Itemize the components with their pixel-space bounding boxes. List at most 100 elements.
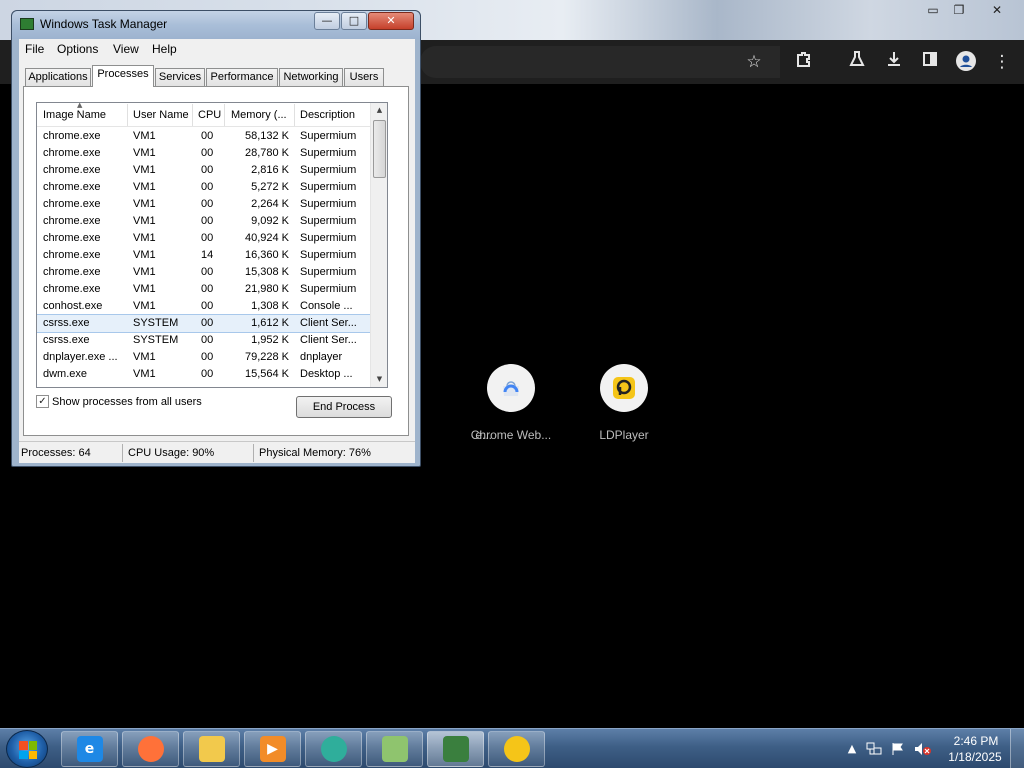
volume-muted-icon[interactable] — [914, 742, 931, 756]
cell-image-name: chrome.exe — [43, 181, 101, 193]
maximize-button[interactable]: □ — [341, 12, 367, 30]
menu-icon[interactable]: ⋮ — [990, 50, 1014, 74]
table-row[interactable]: dwm.exe VM1 00 15,564 K Desktop ... — [37, 366, 371, 383]
taskbar-button-internet-explorer[interactable]: e — [61, 731, 118, 767]
profile-icon[interactable] — [954, 50, 978, 74]
cell-cpu: 00 — [201, 198, 214, 210]
cell-cpu: 00 — [201, 215, 214, 227]
tab-applications[interactable]: Applications — [25, 68, 91, 86]
cell-image-name: chrome.exe — [43, 232, 101, 244]
table-row[interactable]: chrome.exe VM1 14 16,360 K Supermium — [37, 247, 371, 264]
menu-file[interactable]: File — [25, 42, 44, 56]
extensions-icon[interactable] — [792, 50, 816, 74]
shortcut-ldplayer[interactable]: LDPlayer — [569, 364, 679, 442]
show-desktop-button[interactable] — [1010, 729, 1024, 768]
checkbox-checked-icon[interactable]: ✓ — [36, 395, 49, 408]
column-description[interactable]: Description — [300, 109, 355, 121]
table-row[interactable]: chrome.exe VM1 00 40,924 K Supermium — [37, 230, 371, 247]
show-all-users-checkbox[interactable]: ✓ Show processes from all users — [36, 395, 202, 408]
column-divider[interactable] — [224, 104, 225, 126]
column-user-name[interactable]: User Name — [133, 109, 189, 121]
vertical-scrollbar[interactable]: ▲ ▼ — [370, 103, 387, 387]
cell-user-name: VM1 — [133, 351, 156, 363]
table-row[interactable]: chrome.exe VM1 00 58,132 K Supermium — [37, 128, 371, 145]
column-divider[interactable] — [294, 104, 295, 126]
column-divider[interactable] — [127, 104, 128, 126]
table-row[interactable]: chrome.exe VM1 00 21,980 K Supermium — [37, 281, 371, 298]
menu-options[interactable]: Options — [57, 42, 98, 56]
shortcut-label: LDPlayer — [599, 428, 649, 442]
ie-icon: e — [76, 736, 103, 762]
table-row[interactable]: csrss.exe SYSTEM 00 1,612 K Client Ser... — [37, 314, 372, 333]
restore-icon[interactable]: ❐ — [946, 0, 972, 19]
table-row[interactable]: conhost.exe VM1 00 1,308 K Console ... — [37, 298, 371, 315]
address-bar[interactable] — [420, 46, 780, 78]
table-row[interactable]: csrss.exe SYSTEM 00 1,952 K Client Ser... — [37, 332, 371, 349]
menu-view[interactable]: View — [113, 42, 139, 56]
cell-user-name: SYSTEM — [133, 317, 179, 329]
scroll-down-icon[interactable]: ▼ — [372, 372, 387, 387]
clock-date[interactable]: 1/18/2025 — [942, 750, 1008, 764]
cell-memory: 21,980 K — [244, 283, 289, 295]
taskbar-button-media-player[interactable]: ▶ — [244, 731, 301, 767]
taskbar-button-maps-app[interactable] — [366, 731, 423, 767]
cell-memory: 2,816 K — [251, 164, 289, 176]
end-process-button[interactable]: End Process — [296, 396, 392, 418]
action-center-flag-icon[interactable] — [890, 742, 906, 756]
show-hidden-icons-icon[interactable]: ▲ — [844, 742, 860, 756]
cell-cpu: 00 — [201, 368, 214, 380]
map-icon — [381, 736, 408, 762]
labs-icon[interactable] — [845, 50, 869, 74]
download-icon[interactable] — [882, 50, 906, 74]
cell-user-name: SYSTEM — [133, 334, 179, 346]
taskbar-button-chat-app[interactable] — [305, 731, 362, 767]
cell-image-name: csrss.exe — [43, 334, 90, 346]
tab-services[interactable]: Services — [155, 68, 205, 86]
network-icon[interactable] — [866, 742, 882, 756]
taskbar-button-task-manager[interactable] — [427, 731, 484, 767]
cell-description: Supermium — [300, 198, 357, 210]
taskbar-button-firefox[interactable] — [122, 731, 179, 767]
star-icon[interactable]: ☆ — [742, 50, 766, 74]
column-divider[interactable] — [192, 104, 193, 126]
taskbar-button-ldplayer[interactable] — [488, 731, 545, 767]
minimize-button[interactable]: — — [314, 12, 340, 30]
table-row[interactable]: chrome.exe VM1 00 2,816 K Supermium — [37, 162, 371, 179]
table-row[interactable]: chrome.exe VM1 00 5,272 K Supermium — [37, 179, 371, 196]
column-image-name[interactable]: Image Name — [43, 109, 106, 121]
side-panel-icon[interactable] — [918, 50, 942, 74]
tab-networking[interactable]: Networking — [279, 68, 343, 86]
cell-description: Supermium — [300, 164, 357, 176]
menu-help[interactable]: Help — [152, 42, 177, 56]
task-manager-icon — [442, 736, 469, 762]
table-row[interactable]: chrome.exe VM1 00 9,092 K Supermium — [37, 213, 371, 230]
cell-user-name: VM1 — [133, 232, 156, 244]
process-list-header: ▲ Image Name User Name CPU Memory (... D… — [37, 103, 371, 127]
task-manager-titlebar[interactable]: Windows Task Manager — □ ✕ — [12, 11, 420, 39]
table-row[interactable]: chrome.exe VM1 00 28,780 K Supermium — [37, 145, 371, 162]
tab-performance[interactable]: Performance — [206, 68, 278, 86]
process-list[interactable]: ▲ Image Name User Name CPU Memory (... D… — [36, 102, 388, 388]
scroll-up-icon[interactable]: ▲ — [372, 103, 387, 118]
close-icon[interactable]: ✕ — [984, 0, 1010, 19]
cell-image-name: chrome.exe — [43, 283, 101, 295]
task-manager-icon — [20, 18, 34, 30]
column-cpu[interactable]: CPU — [198, 109, 221, 121]
close-button[interactable]: ✕ — [368, 12, 414, 30]
table-row[interactable]: dnplayer.exe ... VM1 00 79,228 K dnplayer — [37, 349, 371, 366]
column-memory[interactable]: Memory (... — [231, 109, 287, 121]
clock-time[interactable]: 2:46 PM — [946, 734, 1006, 748]
minimize-icon[interactable]: ▭ — [920, 0, 946, 19]
shortcut-chrome-web-store[interactable]: Chrome Web... — [456, 364, 566, 442]
scrollbar-thumb[interactable] — [373, 120, 386, 178]
tab-processes[interactable]: Processes — [92, 65, 154, 87]
cell-description: Console ... — [300, 300, 353, 312]
tab-users[interactable]: Users — [344, 68, 384, 86]
cell-user-name: VM1 — [133, 147, 156, 159]
start-button[interactable] — [6, 730, 48, 768]
taskbar-button-file-explorer[interactable] — [183, 731, 240, 767]
table-row[interactable]: chrome.exe VM1 00 2,264 K Supermium — [37, 196, 371, 213]
cell-description: Supermium — [300, 249, 357, 261]
status-processes: Processes: 64 — [21, 447, 91, 459]
table-row[interactable]: chrome.exe VM1 00 15,308 K Supermium — [37, 264, 371, 281]
